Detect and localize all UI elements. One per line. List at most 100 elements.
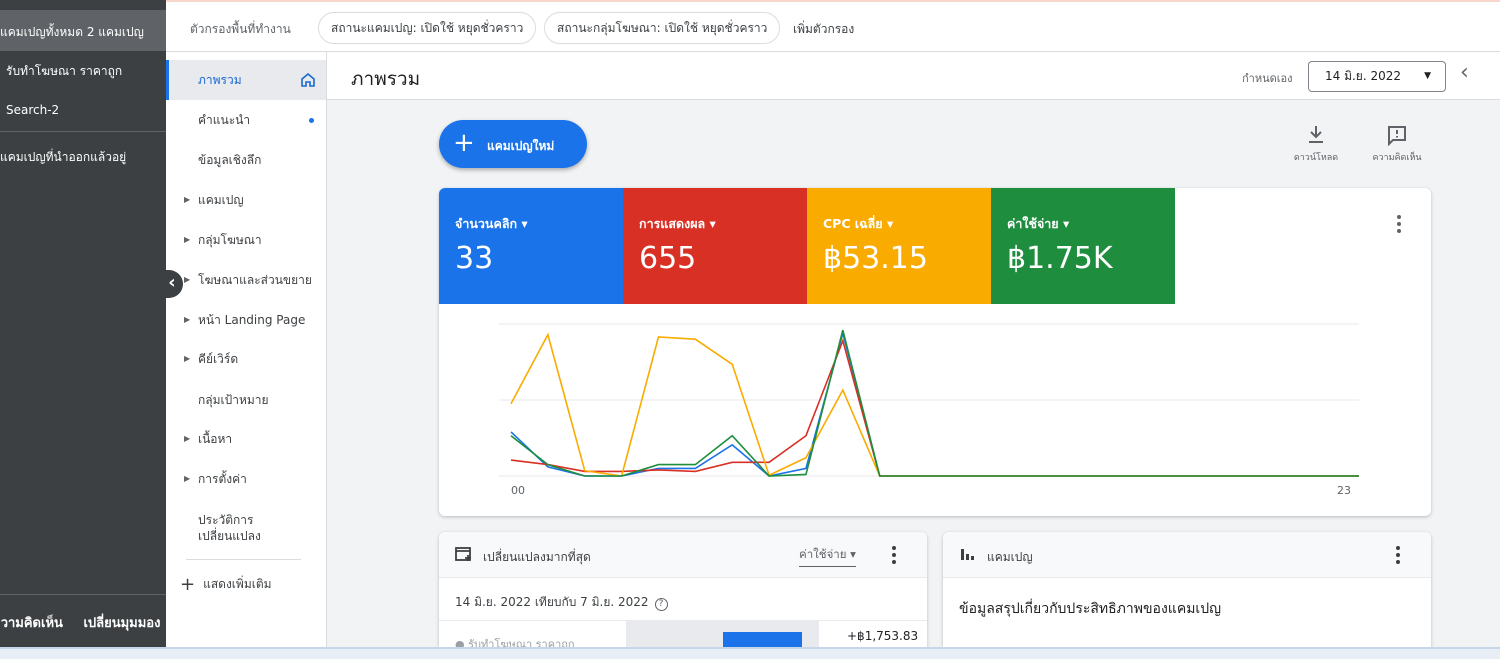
date-comparison-text: 14 มิ.ย. 2022 เทียบกับ 7 มิ.ย. 2022? xyxy=(455,593,668,612)
menu-item-content[interactable]: ▶ เนื้อหา xyxy=(166,419,326,459)
card-title: แคมเปญ xyxy=(987,550,1033,564)
series-line xyxy=(510,338,1359,477)
download-label: ดาวน์โหลด xyxy=(1293,153,1339,163)
metric-label: ค่าใช้จ่าย ▾ xyxy=(1007,216,1070,231)
performance-chart-card: จำนวนคลิก ▾ 33 การแสดงผล ▾ 655 CPC เฉลี่… xyxy=(439,188,1431,516)
plus-icon: + xyxy=(180,574,196,595)
series-line xyxy=(510,329,1359,477)
date-range-value: 14 มิ.ย. 2022 xyxy=(1325,69,1402,83)
metric-impressions-tile[interactable]: การแสดงผล ▾ 655 xyxy=(623,188,807,304)
divider xyxy=(0,594,166,595)
metric-label: จำนวนคลิก ▾ xyxy=(455,216,528,231)
metric-cost-tile[interactable]: ค่าใช้จ่าย ▾ ฿1.75K xyxy=(991,188,1175,304)
card-header: แคมเปญ xyxy=(943,532,1431,578)
all-campaigns-item[interactable]: แคมเปญทั้งหมด 2 แคมเปญ xyxy=(0,10,166,51)
more-vert-icon[interactable] xyxy=(1391,544,1405,566)
menu-item-label: กลุ่มโฆษณา xyxy=(198,233,262,247)
help-icon[interactable]: ? xyxy=(654,598,668,611)
plus-icon: + xyxy=(453,128,475,158)
menu-item-change-history[interactable]: ประวัติการ เปลี่ยนแปลง xyxy=(166,502,326,546)
caret-right-icon: ▶ xyxy=(184,235,191,244)
page-header: ภาพรวม กำหนดเอง 14 มิ.ย. 2022 ▼ ‹ xyxy=(327,52,1500,100)
card-header: เปลี่ยนแปลงมากที่สุด ค่าใช้จ่าย ▾ xyxy=(439,532,927,578)
home-icon xyxy=(301,72,315,87)
divider xyxy=(186,559,301,560)
menu-item-ad-groups[interactable]: ▶ กลุ่มโฆษณา xyxy=(166,220,326,260)
show-more-button[interactable]: + แสดงเพิ่มเติม xyxy=(180,574,272,595)
metric-avg-cpc-tile[interactable]: CPC เฉลี่ย ▾ ฿53.15 xyxy=(807,188,991,304)
date-range-picker[interactable]: 14 มิ.ย. 2022 ▼ xyxy=(1308,61,1446,92)
feedback-icon xyxy=(1388,126,1406,146)
date-range-label: กำหนดเอง xyxy=(1242,72,1293,85)
x-tick-label: 23 xyxy=(1337,484,1351,497)
series-line xyxy=(510,332,1359,477)
switch-view-link[interactable]: เปลี่ยนมุมมอง xyxy=(83,612,160,633)
taskbar-strip xyxy=(0,647,1500,659)
new-campaign-label: แคมเปญใหม่ xyxy=(487,139,555,153)
campaign-summary-text: ข้อมูลสรุปเกี่ยวกับประสิทธิภาพของแคมเปญ xyxy=(959,601,1222,617)
metric-value: 655 xyxy=(639,241,697,276)
metric-label: การแสดงผล ▾ xyxy=(639,216,716,231)
more-vert-icon[interactable] xyxy=(1391,212,1407,236)
menu-item-ads-extensions[interactable]: ▶ โฆษณาและส่วนขยาย xyxy=(166,260,326,300)
download-button[interactable]: ดาวน์โหลด xyxy=(1286,124,1346,164)
menu-item-label: หน้า Landing Page xyxy=(198,313,306,327)
adgroup-status-filter-chip[interactable]: สถานะกลุ่มโฆษณา: เปิดใช้ หยุดชั่วคราว xyxy=(544,12,781,44)
menu-item-label: แคมเปญ xyxy=(198,193,244,207)
metric-value: ฿53.15 xyxy=(823,241,928,276)
feedback-label: ความคิดเห็น xyxy=(1372,153,1422,163)
notification-dot xyxy=(309,118,314,123)
menu-item-label: กลุ่มเป้าหมาย xyxy=(198,393,269,407)
caret-right-icon: ▶ xyxy=(184,354,191,363)
biggest-changes-card: เปลี่ยนแปลงมากที่สุด ค่าใช้จ่าย ▾ 14 มิ.… xyxy=(439,532,927,659)
caret-right-icon: ▶ xyxy=(184,195,191,204)
divider xyxy=(0,131,166,132)
metric-value: ฿1.75K xyxy=(1007,241,1113,276)
bar-chart-icon xyxy=(961,549,974,560)
add-box-icon xyxy=(455,547,471,561)
metric-clicks-tile[interactable]: จำนวนคลิก ▾ 33 xyxy=(439,188,623,304)
menu-item-insights[interactable]: ข้อมูลเชิงลึก xyxy=(166,140,326,180)
account-nav: แคมเปญทั้งหมด 2 แคมเปญ รับทำโฆษณา ราคาถู… xyxy=(0,0,166,659)
page-menu: ภาพรวม คำแนะนำ ข้อมูลเชิงลึก ▶ แคมเปญ ▶ กล… xyxy=(166,52,327,659)
add-filter-button[interactable]: เพิ่มตัวกรอง xyxy=(793,20,854,39)
menu-item-label: ประวัติการ xyxy=(198,513,254,527)
change-value: +฿1,753.83 xyxy=(847,629,919,643)
campaign-status-filter-chip[interactable]: สถานะแคมเปญ: เปิดใช้ หยุดชั่วคราว xyxy=(318,12,537,44)
filter-bar-label: ตัวกรองพื้นที่ทำงาน xyxy=(190,22,291,36)
removed-campaigns-item[interactable]: แคมเปญที่นำออกแล้วอยู่ xyxy=(0,148,166,167)
menu-item-label: เปลี่ยนแปลง xyxy=(198,529,261,543)
page-title: ภาพรวม xyxy=(351,68,421,90)
dropdown-arrow-icon: ▼ xyxy=(1424,71,1431,81)
campaign-nav-item[interactable]: รับทำโฆษณา ราคาถูก xyxy=(0,62,166,81)
menu-item-keywords[interactable]: ▶ คีย์เวิร์ด xyxy=(166,339,326,379)
more-vert-icon[interactable] xyxy=(887,544,901,566)
menu-item-recommendations[interactable]: คำแนะนำ xyxy=(166,100,326,140)
x-tick-label: 00 xyxy=(511,484,525,497)
metric-value: 33 xyxy=(455,241,494,276)
caret-right-icon: ▶ xyxy=(184,315,191,324)
menu-item-label: เนื้อหา xyxy=(198,432,233,446)
menu-item-campaigns[interactable]: ▶ แคมเปญ xyxy=(166,180,326,220)
feedback-button[interactable]: ความคิดเห็น xyxy=(1367,124,1427,164)
menu-item-label: การตั้งค่า xyxy=(198,472,247,486)
caret-right-icon: ▶ xyxy=(184,275,191,284)
feedback-link[interactable]: ความคิดเห็น xyxy=(0,612,63,633)
caret-right-icon: ▶ xyxy=(184,474,191,483)
menu-item-audiences[interactable]: กลุ่มเป้าหมาย xyxy=(166,380,326,420)
campaign-nav-item[interactable]: Search-2 xyxy=(0,103,166,117)
menu-item-label: คำแนะนำ xyxy=(198,113,251,127)
series-line xyxy=(510,330,1359,477)
metric-dropdown[interactable]: ค่าใช้จ่าย ▾ xyxy=(799,546,856,567)
caret-right-icon: ▶ xyxy=(184,434,191,443)
menu-item-settings[interactable]: ▶ การตั้งค่า xyxy=(166,459,326,499)
menu-item-label: คีย์เวิร์ด xyxy=(198,352,239,366)
menu-item-landing-pages[interactable]: ▶ หน้า Landing Page xyxy=(166,300,326,340)
menu-item-overview[interactable]: ภาพรวม xyxy=(166,60,326,100)
card-title: เปลี่ยนแปลงมากที่สุด xyxy=(483,550,591,564)
new-campaign-button[interactable]: + แคมเปญใหม่ xyxy=(439,120,587,168)
download-icon xyxy=(1309,126,1323,143)
chevron-left-icon[interactable]: ‹ xyxy=(1460,60,1469,85)
menu-item-label: ข้อมูลเชิงลึก xyxy=(198,153,262,167)
menu-item-label: ภาพรวม xyxy=(198,73,242,87)
